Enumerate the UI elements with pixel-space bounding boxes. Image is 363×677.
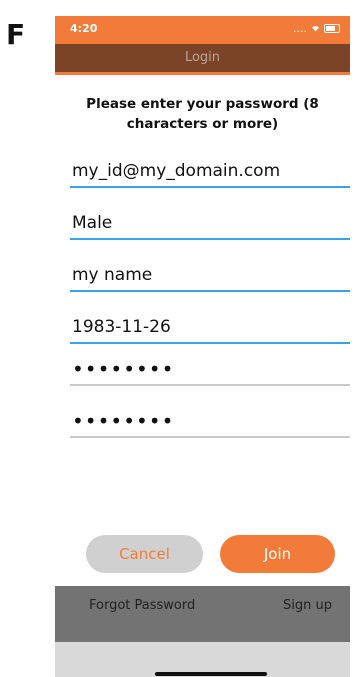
name-field[interactable]: my name: [70, 258, 350, 292]
gender-field[interactable]: Male: [70, 206, 350, 240]
cancel-button[interactable]: Cancel: [86, 535, 203, 573]
status-bar: 4:20 ....: [55, 16, 350, 44]
sign-up-link[interactable]: Sign up: [283, 598, 332, 613]
status-icons: ....: [293, 22, 340, 35]
password-instruction: Please enter your password (8 characters…: [86, 96, 319, 132]
phone-screen: 4:20 .... Login Please enter your passwo…: [55, 16, 350, 677]
status-time: 4:20: [70, 22, 98, 35]
email-field[interactable]: my_id@my_domain.com: [70, 154, 350, 188]
password-confirm-field[interactable]: ••••••••: [70, 404, 350, 438]
battery-icon: [324, 24, 340, 33]
join-button[interactable]: Join: [220, 535, 335, 573]
footer-bar: Forgot Password Sign up: [55, 586, 350, 642]
header-title: Login: [55, 44, 350, 75]
wifi-icon: [310, 22, 321, 35]
birthdate-field[interactable]: 1983-11-26: [70, 310, 350, 344]
forgot-password-link[interactable]: Forgot Password: [89, 598, 195, 613]
password-field[interactable]: ••••••••: [70, 352, 350, 386]
home-area: [55, 642, 350, 677]
panel-label: F: [6, 18, 26, 51]
signal-icon: ....: [293, 22, 307, 35]
home-indicator[interactable]: [155, 672, 267, 676]
